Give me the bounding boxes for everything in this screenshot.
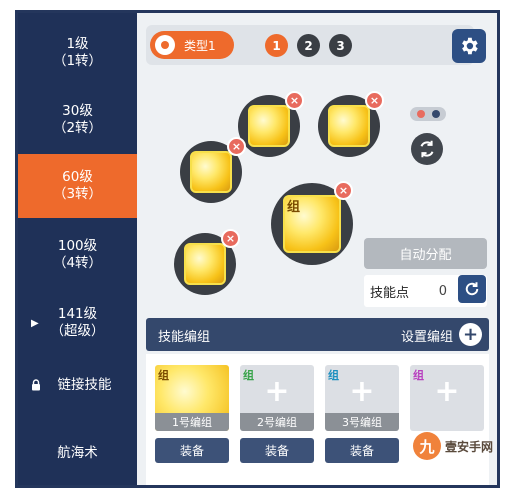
skill-slot[interactable]: × bbox=[180, 137, 246, 203]
remove-skill-icon[interactable]: × bbox=[221, 229, 240, 248]
add-skill-icon: + bbox=[264, 374, 290, 409]
add-group-button[interactable]: + bbox=[459, 323, 482, 346]
skill-icon bbox=[248, 105, 290, 147]
skill-group-title: 技能编组 bbox=[158, 330, 211, 345]
sidebar-item-job: （2转） bbox=[52, 120, 103, 136]
equip-button-2[interactable]: 装备 bbox=[240, 438, 314, 463]
setup-group-label[interactable]: 设置编组 bbox=[401, 326, 453, 345]
sidebar-item-level: 30级 bbox=[62, 103, 93, 119]
sidebar-item-link-skill[interactable]: 链接技能 bbox=[18, 363, 137, 407]
type-selector[interactable]: 类型1 bbox=[150, 31, 234, 59]
sidebar-item-level: 1级 bbox=[66, 36, 89, 52]
skill-points-label: 技能点 bbox=[370, 285, 410, 301]
sidebar-item-level: 60级 bbox=[62, 169, 93, 185]
group-tag: 组 bbox=[287, 200, 301, 215]
sidebar-item-level-1[interactable]: 1级 （1转） bbox=[18, 21, 137, 85]
group-slot-name: 2号编组 bbox=[240, 413, 314, 431]
sidebar-item-level: 141级 bbox=[57, 306, 98, 322]
equip-button-3[interactable]: 装备 bbox=[325, 438, 399, 463]
sidebar-item-level-100[interactable]: 100级 （4转） bbox=[18, 223, 137, 287]
group-slot-3[interactable]: 组 + 3号编组 bbox=[325, 365, 399, 431]
group-tag: 组 bbox=[158, 369, 169, 382]
swap-icon bbox=[420, 140, 434, 158]
auto-assign-button[interactable]: 自动分配 bbox=[364, 238, 487, 269]
skill-slot-main[interactable]: 组 × bbox=[271, 181, 353, 265]
reset-points-button[interactable] bbox=[458, 275, 486, 303]
group-slot-name: 1号编组 bbox=[155, 413, 229, 431]
sidebar-item-level-60[interactable]: 60级 （3转） bbox=[18, 154, 137, 218]
tab-2[interactable]: 2 bbox=[297, 34, 320, 57]
sidebar-item-label: 链接技能 bbox=[57, 376, 112, 393]
type-label: 类型1 bbox=[184, 38, 216, 53]
skill-slot[interactable]: × bbox=[318, 91, 384, 157]
skill-icon bbox=[328, 105, 370, 147]
tab-3[interactable]: 3 bbox=[329, 34, 352, 57]
skill-group-header: 技能编组 设置编组 + bbox=[146, 318, 489, 351]
gear-icon bbox=[462, 37, 478, 55]
group-slot-1[interactable]: 组 1号编组 bbox=[155, 365, 229, 431]
skill-slot[interactable]: × bbox=[238, 91, 304, 157]
radio-icon bbox=[155, 35, 175, 55]
lock-icon bbox=[32, 379, 40, 391]
swap-button[interactable] bbox=[411, 133, 443, 165]
sidebar-item-level-30[interactable]: 30级 （2转） bbox=[18, 88, 137, 152]
add-skill-icon: + bbox=[434, 374, 460, 409]
skill-icon bbox=[190, 151, 232, 193]
site-watermark: 九 壹安手网 bbox=[405, 426, 507, 470]
sidebar-item-job: （4转） bbox=[52, 255, 103, 271]
sidebar-item-level: 100级 bbox=[57, 238, 98, 254]
settings-button[interactable] bbox=[452, 29, 486, 63]
sidebar-item-level-141[interactable]: ▶ 141级 （超级） bbox=[18, 291, 137, 355]
toggle-dot-red bbox=[416, 110, 425, 118]
refresh-icon bbox=[465, 282, 479, 296]
equip-button-1[interactable]: 装备 bbox=[155, 438, 229, 463]
remove-skill-icon[interactable]: × bbox=[334, 181, 353, 200]
view-toggle[interactable] bbox=[410, 107, 446, 121]
sidebar-item-navigation[interactable]: 航海术 bbox=[18, 431, 137, 475]
group-slot-name: 3号编组 bbox=[325, 413, 399, 431]
toggle-dot-blue bbox=[431, 110, 440, 118]
sidebar-item-label: 航海术 bbox=[57, 444, 98, 461]
expand-arrow-icon: ▶ bbox=[31, 317, 39, 329]
sidebar-item-job: （1转） bbox=[52, 53, 103, 69]
sidebar-item-job: （3转） bbox=[52, 186, 103, 202]
tab-1[interactable]: 1 bbox=[265, 34, 288, 57]
remove-skill-icon[interactable]: × bbox=[365, 91, 384, 110]
main-panel: 类型1 1 2 3 × × × 组 × × 自动分配 技能点 0 技能编组 设置… bbox=[137, 13, 497, 485]
game-window: 1级 （1转） 30级 （2转） 60级 （3转） 100级 （4转） ▶ 141级 （超… bbox=[15, 10, 500, 488]
skill-icon bbox=[184, 243, 226, 285]
add-skill-icon: + bbox=[349, 374, 375, 409]
watermark-text: 壹安手网 bbox=[445, 440, 494, 454]
sidebar-item-job: （超级） bbox=[50, 323, 105, 339]
watermark-logo: 九 bbox=[413, 432, 441, 460]
skill-points-value: 0 bbox=[438, 283, 447, 299]
skill-slot[interactable]: × bbox=[174, 229, 240, 295]
group-slot-4[interactable]: 组 + bbox=[410, 365, 484, 431]
remove-skill-icon[interactable]: × bbox=[285, 91, 304, 110]
sidebar: 1级 （1转） 30级 （2转） 60级 （3转） 100级 （4转） ▶ 141级 （超… bbox=[18, 13, 137, 485]
group-slot-2[interactable]: 组 + 2号编组 bbox=[240, 365, 314, 431]
remove-skill-icon[interactable]: × bbox=[227, 137, 246, 156]
